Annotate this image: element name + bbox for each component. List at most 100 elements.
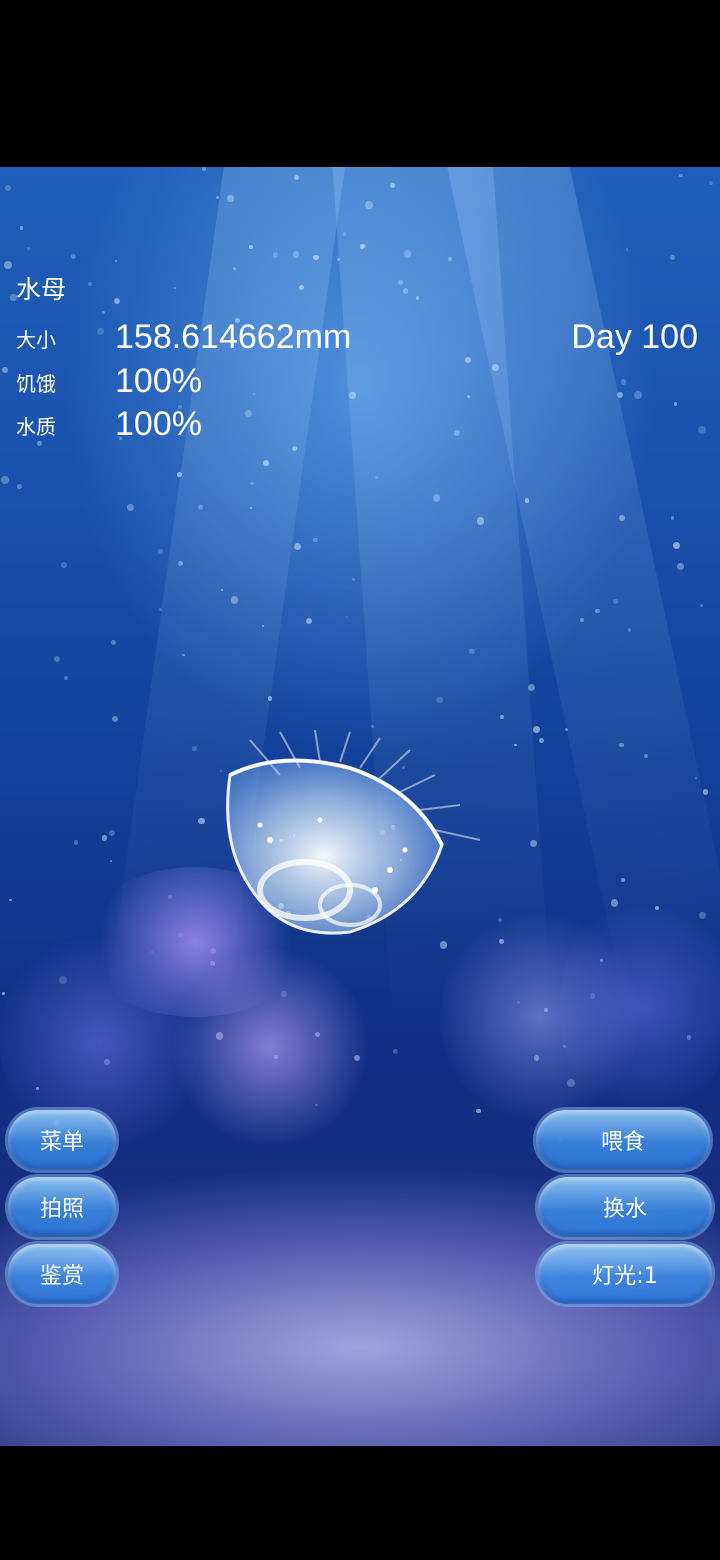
bubble <box>2 991 6 995</box>
bubble <box>252 392 255 396</box>
bubble <box>5 184 12 191</box>
feed-button[interactable]: 喂食 <box>536 1110 710 1170</box>
bubble <box>232 266 236 270</box>
bubble <box>702 789 709 795</box>
bubble <box>469 648 475 655</box>
bubble <box>2 366 9 373</box>
bubble <box>201 167 206 172</box>
photo-button[interactable]: 拍照 <box>8 1177 116 1237</box>
bubble <box>111 640 116 645</box>
bubble <box>70 253 77 260</box>
navigation-bar-area <box>0 1446 720 1560</box>
bubble <box>708 180 713 185</box>
bubble <box>677 562 685 570</box>
bubble <box>126 504 134 512</box>
bubble <box>627 628 632 632</box>
bubble <box>694 777 697 780</box>
bubble <box>17 484 23 490</box>
bubble <box>617 392 624 399</box>
bubble <box>54 655 61 662</box>
coral-right <box>560 887 720 1127</box>
bubble <box>477 517 485 525</box>
bubble <box>112 716 119 723</box>
light-button[interactable]: 灯光:1 <box>538 1244 712 1304</box>
menu-button[interactable]: 菜单 <box>8 1110 116 1170</box>
jellyfish[interactable] <box>190 730 490 960</box>
bubble <box>267 696 273 701</box>
bubble <box>464 357 471 364</box>
bubble <box>74 840 79 845</box>
bubble <box>102 311 105 314</box>
bubble <box>109 859 112 863</box>
bubble <box>215 195 219 200</box>
bubble <box>620 379 627 386</box>
bubble <box>538 738 544 744</box>
bubble <box>673 541 681 549</box>
bubble <box>673 402 678 406</box>
bubble <box>113 297 121 305</box>
bubble <box>513 743 517 747</box>
hunger-label: 饥饿 <box>16 372 56 396</box>
bubble <box>345 616 348 619</box>
bubble <box>634 391 643 400</box>
bubble <box>349 392 356 399</box>
bubble <box>432 493 441 502</box>
bubble <box>250 481 255 486</box>
bubble <box>669 254 675 260</box>
bubble <box>174 286 177 289</box>
coral-left <box>170 947 370 1147</box>
bubble <box>227 195 234 202</box>
bubble <box>19 226 24 231</box>
bubble <box>109 830 116 837</box>
bubble <box>374 475 378 479</box>
bubble <box>313 254 319 261</box>
bubble <box>447 256 452 261</box>
bubble <box>87 282 92 287</box>
bubble <box>342 232 347 236</box>
bubble <box>533 725 541 733</box>
bubble <box>64 676 69 681</box>
bubble <box>182 653 185 657</box>
day-counter: Day 100 <box>571 318 698 356</box>
bubble <box>177 560 183 566</box>
water-quality-label: 水质 <box>16 415 56 439</box>
bubble <box>679 173 683 178</box>
bubble <box>499 714 504 719</box>
bubble <box>402 288 408 294</box>
bubble <box>453 429 461 436</box>
change-water-button[interactable]: 换水 <box>538 1177 712 1237</box>
bubble <box>114 259 118 263</box>
bubble <box>403 250 411 258</box>
bubble <box>9 898 12 902</box>
bubble <box>26 247 30 251</box>
status-bar-area <box>0 0 720 167</box>
bubble <box>306 618 313 624</box>
bubble <box>61 562 68 569</box>
bubble <box>101 834 108 841</box>
hunger-value: 100% <box>115 362 202 400</box>
water-quality-value: 100% <box>115 405 202 443</box>
bubble <box>524 498 530 503</box>
bubble <box>392 1049 398 1054</box>
bubble <box>352 578 356 581</box>
bubble <box>294 542 302 550</box>
gallery-button[interactable]: 鉴赏 <box>8 1244 116 1304</box>
size-label: 大小 <box>16 328 56 352</box>
size-value: 158.614662mm <box>115 318 352 356</box>
bubble <box>492 364 499 372</box>
bubble <box>625 248 629 251</box>
bubble <box>699 603 703 607</box>
bubble <box>36 440 42 446</box>
bubble <box>312 537 318 543</box>
bubble <box>263 459 269 466</box>
bubble <box>670 516 675 520</box>
bubble <box>158 549 163 554</box>
bubble <box>415 296 420 300</box>
bubble <box>3 260 12 269</box>
bubble <box>177 472 182 477</box>
bubble <box>527 683 535 691</box>
bubble <box>476 1108 481 1114</box>
bubble <box>158 608 162 612</box>
bubble <box>390 183 395 189</box>
jellyfish-name-label: 水母 <box>16 275 67 304</box>
